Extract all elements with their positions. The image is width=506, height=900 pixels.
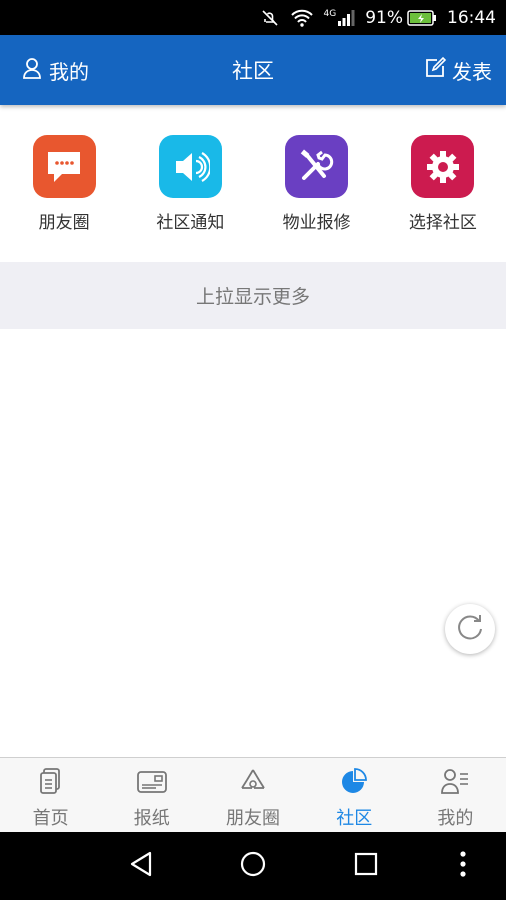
bottom-tab-bar: 首页 报纸 朋友圈 社区 我的 xyxy=(0,757,506,832)
quick-action-choose-community[interactable]: 选择社区 xyxy=(393,135,493,233)
quick-action-label: 社区通知 xyxy=(156,213,225,233)
quick-action-repair[interactable]: 物业报修 xyxy=(267,135,367,233)
gear-icon xyxy=(411,135,475,198)
quick-action-moments[interactable]: 朋友圈 xyxy=(14,135,114,233)
tab-label: 社区 xyxy=(336,808,373,829)
tab-newspaper[interactable]: 报纸 xyxy=(101,758,202,832)
tools-icon xyxy=(285,135,349,198)
quick-actions: 朋友圈 社区通知 物业报修 选择社区 xyxy=(0,105,506,262)
speaker-icon xyxy=(158,135,222,198)
pull-to-load-more[interactable]: 上拉显示更多 xyxy=(0,262,506,329)
post-button-label: 发表 xyxy=(452,59,492,84)
more-vertical-icon xyxy=(459,850,467,882)
signal-icon: 4G xyxy=(324,9,356,27)
network-type-label: 4G xyxy=(323,8,337,19)
title-bar: 我的 社区 发表 xyxy=(0,35,506,105)
my-button[interactable]: 我的 xyxy=(20,56,89,85)
pie-chart-icon xyxy=(339,766,369,800)
tab-label: 我的 xyxy=(437,808,474,829)
status-bar: 4G 91% 16:44 xyxy=(0,0,506,35)
user-icon xyxy=(20,56,49,85)
system-nav-bar xyxy=(0,832,506,900)
edit-icon xyxy=(423,56,452,85)
tab-mine[interactable]: 我的 xyxy=(405,758,506,832)
tab-community[interactable]: 社区 xyxy=(304,758,405,832)
quick-action-notices[interactable]: 社区通知 xyxy=(140,135,240,233)
back-triangle-icon xyxy=(128,850,154,882)
square-icon xyxy=(353,851,379,881)
home-circle-icon xyxy=(239,850,267,882)
wifi-icon xyxy=(290,9,314,27)
quick-action-label: 朋友圈 xyxy=(38,213,90,233)
battery-percent: 91% xyxy=(365,7,403,28)
home-button[interactable] xyxy=(233,846,273,886)
tab-label: 朋友圈 xyxy=(226,808,280,829)
recycle-icon xyxy=(238,766,268,800)
mute-icon xyxy=(260,8,280,28)
refresh-icon xyxy=(455,612,485,646)
tab-label: 首页 xyxy=(32,808,69,829)
tab-home[interactable]: 首页 xyxy=(0,758,101,832)
tab-moments[interactable]: 朋友圈 xyxy=(202,758,303,832)
document-icon xyxy=(36,766,66,800)
clock: 16:44 xyxy=(447,7,496,28)
chat-bubble-icon xyxy=(32,135,96,198)
newspaper-icon xyxy=(136,766,168,800)
user-list-icon xyxy=(439,766,471,800)
quick-action-label: 物业报修 xyxy=(282,213,351,233)
tab-label: 报纸 xyxy=(133,808,170,829)
post-button[interactable]: 发表 xyxy=(423,56,492,85)
refresh-button[interactable] xyxy=(445,604,495,654)
quick-action-label: 选择社区 xyxy=(408,213,477,233)
battery-icon xyxy=(407,9,437,26)
menu-button[interactable] xyxy=(443,846,483,886)
my-button-label: 我的 xyxy=(49,59,89,84)
back-button[interactable] xyxy=(121,846,161,886)
recent-apps-button[interactable] xyxy=(346,846,386,886)
